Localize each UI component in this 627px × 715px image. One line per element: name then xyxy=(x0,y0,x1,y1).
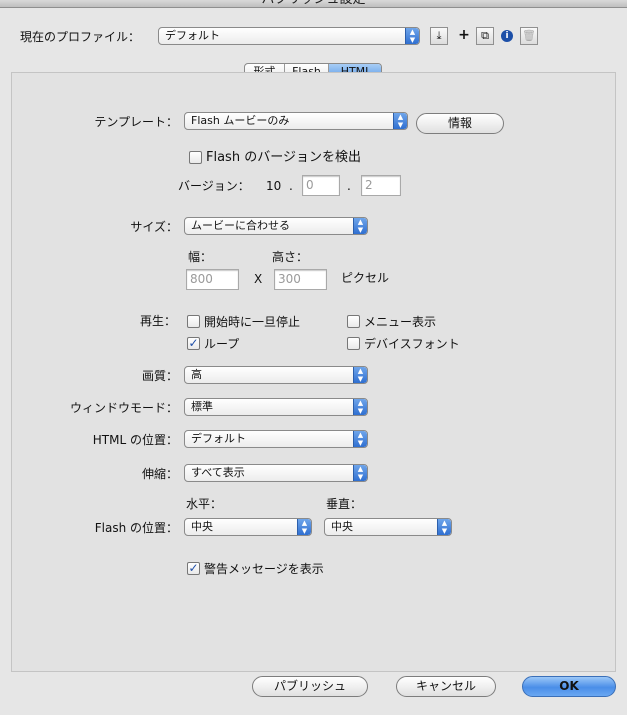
version-revision-input[interactable]: 2 xyxy=(361,175,401,196)
vertical-align-value: 中央 xyxy=(331,520,353,533)
horizontal-align-select[interactable]: 中央 ▲ ▼ xyxy=(184,518,312,536)
width-input[interactable]: 800 xyxy=(186,269,239,290)
chevron-updown-icon: ▲ ▼ xyxy=(297,519,311,535)
pause-at-start-checkbox[interactable] xyxy=(187,315,200,328)
window-mode-select[interactable]: 標準 ▲ ▼ xyxy=(184,398,368,416)
html-align-value: デフォルト xyxy=(191,432,246,445)
horizontal-align-value: 中央 xyxy=(191,520,213,533)
profile-label: 現在のプロファイル： xyxy=(20,30,141,44)
window-mode-label: ウィンドウモード： xyxy=(69,401,178,415)
device-font-label: デバイスフォント xyxy=(364,337,460,351)
detect-version-label: Flash のバージョンを検出 xyxy=(206,150,361,165)
loop-checkbox[interactable]: ✓ xyxy=(187,337,200,350)
chevron-updown-icon: ▲ ▼ xyxy=(437,519,451,535)
ok-button[interactable]: OK xyxy=(522,676,616,697)
chevron-updown-icon: ▲ ▼ xyxy=(353,367,367,383)
template-select[interactable]: Flash ムービーのみ ▲ ▼ xyxy=(184,112,408,130)
size-value: ムービーに合わせる xyxy=(191,219,290,232)
trash-icon[interactable]: 🗑 xyxy=(520,27,538,45)
import-export-icon[interactable]: ⤓ xyxy=(430,27,448,45)
duplicate-icon[interactable]: ⧉ xyxy=(476,27,494,45)
width-label: 幅： xyxy=(188,250,213,264)
cancel-button[interactable]: キャンセル xyxy=(396,676,496,697)
chevron-updown-icon: ▲ ▼ xyxy=(405,28,419,44)
detect-version-checkbox[interactable] xyxy=(189,151,202,164)
window-title: パブリッシュ設定 xyxy=(0,0,627,7)
pause-at-start-label: 開始時に一旦停止 xyxy=(204,315,301,329)
version-separator: . xyxy=(289,179,293,193)
show-warnings-checkbox[interactable]: ✓ xyxy=(187,562,200,575)
vertical-label: 垂直： xyxy=(326,497,363,511)
loop-label: ループ xyxy=(204,337,240,351)
show-warnings-label: 警告メッセージを表示 xyxy=(204,562,324,576)
plus-icon[interactable]: + xyxy=(455,27,473,45)
display-menu-label: メニュー表示 xyxy=(364,315,437,329)
version-minor-input[interactable]: 0 xyxy=(302,175,340,196)
scale-select[interactable]: すべて表示 ▲ ▼ xyxy=(184,464,368,482)
version-major: 10 xyxy=(266,179,282,193)
profile-value: デフォルト xyxy=(165,29,220,42)
chevron-updown-icon: ▲ ▼ xyxy=(393,113,407,129)
size-label: サイズ： xyxy=(130,220,178,234)
chevron-updown-icon: ▲ ▼ xyxy=(353,431,367,447)
window-titlebar: パブリッシュ設定 xyxy=(0,0,627,8)
html-align-select[interactable]: デフォルト ▲ ▼ xyxy=(184,430,368,448)
chevron-updown-icon: ▲ ▼ xyxy=(353,399,367,415)
playback-label: 再生： xyxy=(139,314,176,328)
device-font-checkbox[interactable] xyxy=(347,337,360,350)
vertical-align-select[interactable]: 中央 ▲ ▼ xyxy=(324,518,452,536)
height-input[interactable]: 300 xyxy=(274,269,327,290)
quality-label: 画質： xyxy=(141,369,178,383)
version-label: バージョン： xyxy=(178,179,250,193)
window-mode-value: 標準 xyxy=(191,400,213,413)
flash-align-label: Flash の位置： xyxy=(94,521,178,535)
template-value: Flash ムービーのみ xyxy=(191,114,290,127)
chevron-updown-icon: ▲ ▼ xyxy=(353,218,367,234)
profile-select[interactable]: デフォルト ▲ ▼ xyxy=(158,27,420,45)
horizontal-label: 水平： xyxy=(186,497,223,511)
size-unit-label: ピクセル xyxy=(341,271,390,285)
display-menu-checkbox[interactable] xyxy=(347,315,360,328)
quality-value: 高 xyxy=(191,368,202,381)
info-icon[interactable]: i xyxy=(498,27,516,45)
quality-select[interactable]: 高 ▲ ▼ xyxy=(184,366,368,384)
chevron-updown-icon: ▲ ▼ xyxy=(353,465,367,481)
template-info-button[interactable]: 情報 xyxy=(416,113,504,134)
version-separator: . xyxy=(347,179,351,193)
scale-label: 伸縮： xyxy=(141,467,178,481)
publish-button[interactable]: パブリッシュ xyxy=(252,676,368,697)
html-align-label: HTML の位置： xyxy=(92,433,178,447)
size-select[interactable]: ムービーに合わせる ▲ ▼ xyxy=(184,217,368,235)
template-label: テンプレート： xyxy=(94,115,178,129)
height-label: 高さ： xyxy=(272,250,309,264)
scale-value: すべて表示 xyxy=(191,466,245,479)
size-x-label: X xyxy=(254,272,263,286)
